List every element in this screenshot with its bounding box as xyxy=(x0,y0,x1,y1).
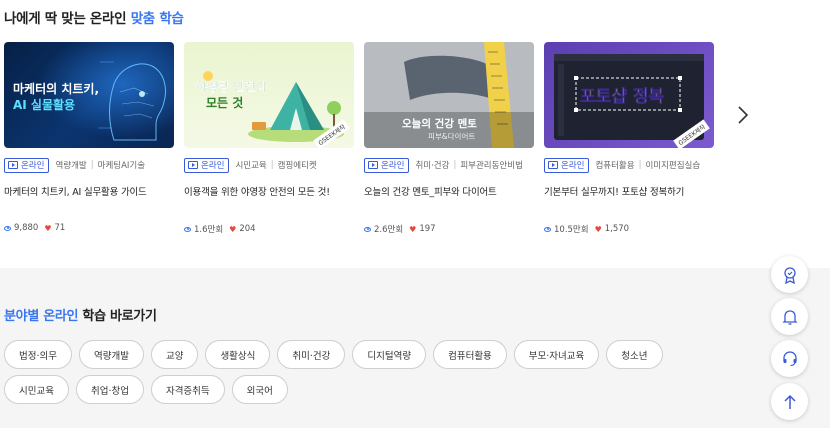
view-count: 2.6만회 xyxy=(374,225,404,235)
heart-icon: ♥ xyxy=(229,224,237,234)
course-card[interactable]: 야영장 안전의 모든 것 GSEEK제작 온라인 시민교육 | 캠핑에티켓 이용객을… xyxy=(184,42,354,235)
like-count: 204 xyxy=(239,224,256,234)
support-button[interactable] xyxy=(771,340,808,377)
category-tag: 캠핑에티켓 xyxy=(277,161,317,171)
category-tag: 시민교육 xyxy=(235,161,267,171)
course-thumbnail[interactable]: 포토샵 정복 GSEEK제작 xyxy=(544,42,714,148)
play-icon xyxy=(188,161,198,169)
course-title[interactable]: 기본부터 실무까지! 포토샵 정복하기 xyxy=(544,184,714,198)
category-chip[interactable]: 디지털역량 xyxy=(352,340,427,369)
thumbnail-headline: 오늘의 건강 멘토 xyxy=(402,118,477,130)
course-title[interactable]: 오늘의 건강 멘토_피부와 다이어트 xyxy=(364,184,534,198)
category-chip[interactable]: 교양 xyxy=(150,340,199,369)
carousel-next-button[interactable] xyxy=(733,103,753,127)
course-thumbnail[interactable]: 마케터의 치트키, AI 실물활용 xyxy=(4,42,174,148)
category-chip[interactable]: 역량개발 xyxy=(78,340,144,369)
chevron-right-icon xyxy=(738,106,749,124)
view-count: 10.5만회 xyxy=(554,225,589,235)
certificate-button[interactable] xyxy=(771,256,808,293)
category-tag: 피부관리동안비법 xyxy=(460,161,523,171)
online-badge: 온라인 xyxy=(544,157,590,173)
thumbnail-headline: 마케터의 치트키, xyxy=(13,82,100,96)
custom-learning-section: 나에게 딱 맞는 온라인 맞춤 학습 마케터의 치트키, AI 실물활용 온라인… xyxy=(0,0,830,268)
category-tag: 컴퓨터활용 xyxy=(595,161,635,171)
view-count: 1.6만회 xyxy=(194,225,224,235)
certificate-icon xyxy=(783,266,796,284)
course-tags: 온라인 역량개발 | 마케팅AI기술 xyxy=(4,157,174,173)
thumbnail-subheadline: 모든 것 xyxy=(206,96,244,110)
notification-button[interactable] xyxy=(771,298,808,335)
online-badge: 온라인 xyxy=(184,157,230,173)
course-stats: 9,880 ♥ 71 xyxy=(4,223,174,233)
course-title[interactable]: 이용객을 위한 야영장 안전의 모든 것! xyxy=(184,184,354,198)
like-count: 1,570 xyxy=(604,224,630,234)
play-icon xyxy=(368,161,378,169)
eye-icon xyxy=(4,225,11,231)
heart-icon: ♥ xyxy=(409,224,417,234)
course-tags: 온라인 시민교육 | 캠핑에티켓 xyxy=(184,157,354,173)
category-chip[interactable]: 시민교육 xyxy=(4,375,69,404)
thumbnail-subheadline: 피부&다이어트 xyxy=(428,132,476,141)
category-chip[interactable]: 법정·의무 xyxy=(4,340,72,369)
course-title[interactable]: 마케터의 치트키, AI 실무활용 가이드 xyxy=(4,184,174,198)
category-tag: 취미·건강 xyxy=(415,161,450,171)
category-chip[interactable]: 청소년 xyxy=(606,340,663,369)
thumbnail-headline: 야영장 안전의 xyxy=(196,80,267,94)
thumbnail-subheadline: AI 실물활용 xyxy=(13,98,76,112)
course-card[interactable]: 마케터의 치트키, AI 실물활용 온라인 역량개발 | 마케팅AI기술 마케터의 … xyxy=(4,42,174,233)
section-title: 나에게 딱 맞는 온라인 맞춤 학습 xyxy=(4,11,184,27)
arrow-up-icon xyxy=(783,394,796,409)
category-chip-row: 법정·의무 역량개발 교양 생활상식 취미·건강 디지털역량 컴퓨터활용 부모·… xyxy=(4,340,670,369)
category-chip-row: 시민교육 취업·창업 자격증취득 외국어 xyxy=(4,375,295,404)
course-tags: 온라인 컴퓨터활용 | 이미지편집실습 xyxy=(544,157,714,173)
category-tag: 이미지편집실습 xyxy=(645,161,701,171)
heart-icon: ♥ xyxy=(594,224,602,234)
play-icon xyxy=(8,161,18,169)
online-badge: 온라인 xyxy=(4,157,50,173)
category-chip[interactable]: 부모·자녀교육 xyxy=(513,340,600,369)
heart-icon: ♥ xyxy=(44,223,52,233)
course-thumbnail[interactable]: 오늘의 건강 멘토 피부&다이어트 xyxy=(364,42,534,148)
category-chip[interactable]: 취업·창업 xyxy=(75,375,144,404)
course-stats: 10.5만회 ♥ 1,570 xyxy=(544,223,714,235)
category-chip[interactable]: 취미·건강 xyxy=(277,340,346,369)
course-stats: 2.6만회 ♥ 197 xyxy=(364,223,534,235)
category-shortcut-section: 분야별 온라인 학습 바로가기 법정·의무 역량개발 교양 생활상식 취미·건강… xyxy=(0,268,830,428)
like-count: 71 xyxy=(54,223,66,233)
view-count: 9,880 xyxy=(14,223,39,233)
category-chip[interactable]: 자격증취득 xyxy=(150,375,225,404)
course-card[interactable]: 포토샵 정복 GSEEK제작 온라인 컴퓨터활용 | 이미지편집실습 기본부터 실무… xyxy=(544,42,714,235)
category-tag: 역량개발 xyxy=(55,161,87,171)
eye-icon xyxy=(184,226,191,232)
play-icon xyxy=(548,161,558,169)
category-chip[interactable]: 컴퓨터활용 xyxy=(433,340,507,369)
category-section-title: 분야별 온라인 학습 바로가기 xyxy=(4,309,157,324)
online-badge: 온라인 xyxy=(364,157,410,173)
eye-icon xyxy=(364,226,371,232)
course-tags: 온라인 취미·건강 | 피부관리동안비법 xyxy=(364,157,534,173)
category-chip[interactable]: 외국어 xyxy=(231,375,288,404)
eye-icon xyxy=(544,226,551,232)
category-chip[interactable]: 생활상식 xyxy=(205,340,271,369)
course-stats: 1.6만회 ♥ 204 xyxy=(184,223,354,235)
category-tag: 마케팅AI기술 xyxy=(97,161,146,171)
course-thumbnail[interactable]: 야영장 안전의 모든 것 GSEEK제작 xyxy=(184,42,354,148)
headset-icon xyxy=(782,350,797,366)
thumbnail-headline: 포토샵 정복 xyxy=(580,87,665,108)
scroll-top-button[interactable] xyxy=(771,383,808,420)
like-count: 197 xyxy=(419,224,436,234)
bell-icon xyxy=(781,309,798,325)
course-card[interactable]: 오늘의 건강 멘토 피부&다이어트 온라인 취미·건강 | 피부관리동안비법 오늘의… xyxy=(364,42,534,235)
